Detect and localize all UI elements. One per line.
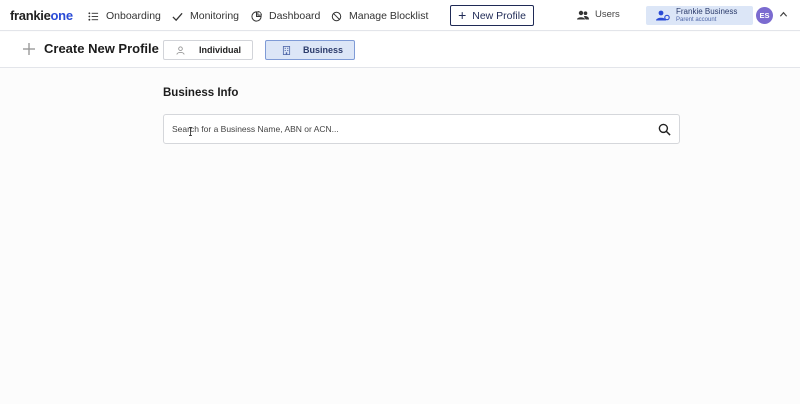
nav-monitoring[interactable]: Monitoring — [172, 8, 239, 24]
users-label: Users — [595, 9, 620, 20]
account-switcher[interactable]: Frankie Business Parent account — [646, 6, 753, 25]
chevron-up-icon[interactable] — [779, 10, 788, 19]
logo-text-frankie: frankie — [10, 8, 51, 23]
profile-header-bar: Create New Profile Individual Business — [0, 32, 800, 68]
nav-dashboard-label: Dashboard — [269, 10, 321, 22]
users-link[interactable]: Users — [577, 9, 620, 20]
business-search-input[interactable] — [172, 121, 642, 137]
check-icon — [172, 12, 183, 21]
avatar-initials: ES — [759, 11, 770, 20]
avatar[interactable]: ES — [756, 7, 773, 24]
nav-dashboard[interactable]: Dashboard — [251, 8, 320, 24]
nav-manage-blocklist-label: Manage Blocklist — [349, 10, 429, 22]
individual-type-button[interactable]: Individual — [163, 40, 253, 60]
page-title-group: Create New Profile — [22, 41, 159, 56]
new-profile-label: New Profile — [472, 9, 526, 22]
user-gear-icon — [656, 10, 670, 21]
text-cursor-icon — [189, 127, 192, 136]
list-icon — [88, 11, 99, 21]
block-icon — [331, 11, 342, 21]
chart-icon — [251, 10, 262, 22]
individual-label: Individual — [198, 45, 241, 55]
nav-monitoring-label: Monitoring — [190, 10, 240, 22]
business-type-button[interactable]: Business — [265, 40, 355, 60]
business-search-box — [163, 114, 680, 144]
business-label: Business — [302, 45, 344, 55]
new-profile-button[interactable]: + New Profile — [450, 5, 534, 26]
account-name: Frankie Business — [676, 7, 738, 16]
logo-text-one: one — [50, 8, 74, 23]
users-icon — [577, 10, 589, 19]
frankieone-logo[interactable]: frankieone — [10, 8, 73, 23]
nav-manage-blocklist[interactable]: Manage Blocklist — [331, 8, 428, 24]
page-title: Create New Profile — [44, 41, 159, 56]
top-navigation-bar: frankieone Onboarding Monitoring Dashboa… — [0, 0, 800, 31]
nav-onboarding-label: Onboarding — [106, 10, 161, 22]
search-icon[interactable] — [658, 123, 671, 136]
nav-onboarding[interactable]: Onboarding — [88, 8, 161, 24]
plus-icon — [23, 42, 35, 55]
account-subtitle: Parent account — [676, 17, 717, 23]
plus-icon: + — [458, 7, 467, 23]
business-info-heading: Business Info — [163, 87, 239, 99]
